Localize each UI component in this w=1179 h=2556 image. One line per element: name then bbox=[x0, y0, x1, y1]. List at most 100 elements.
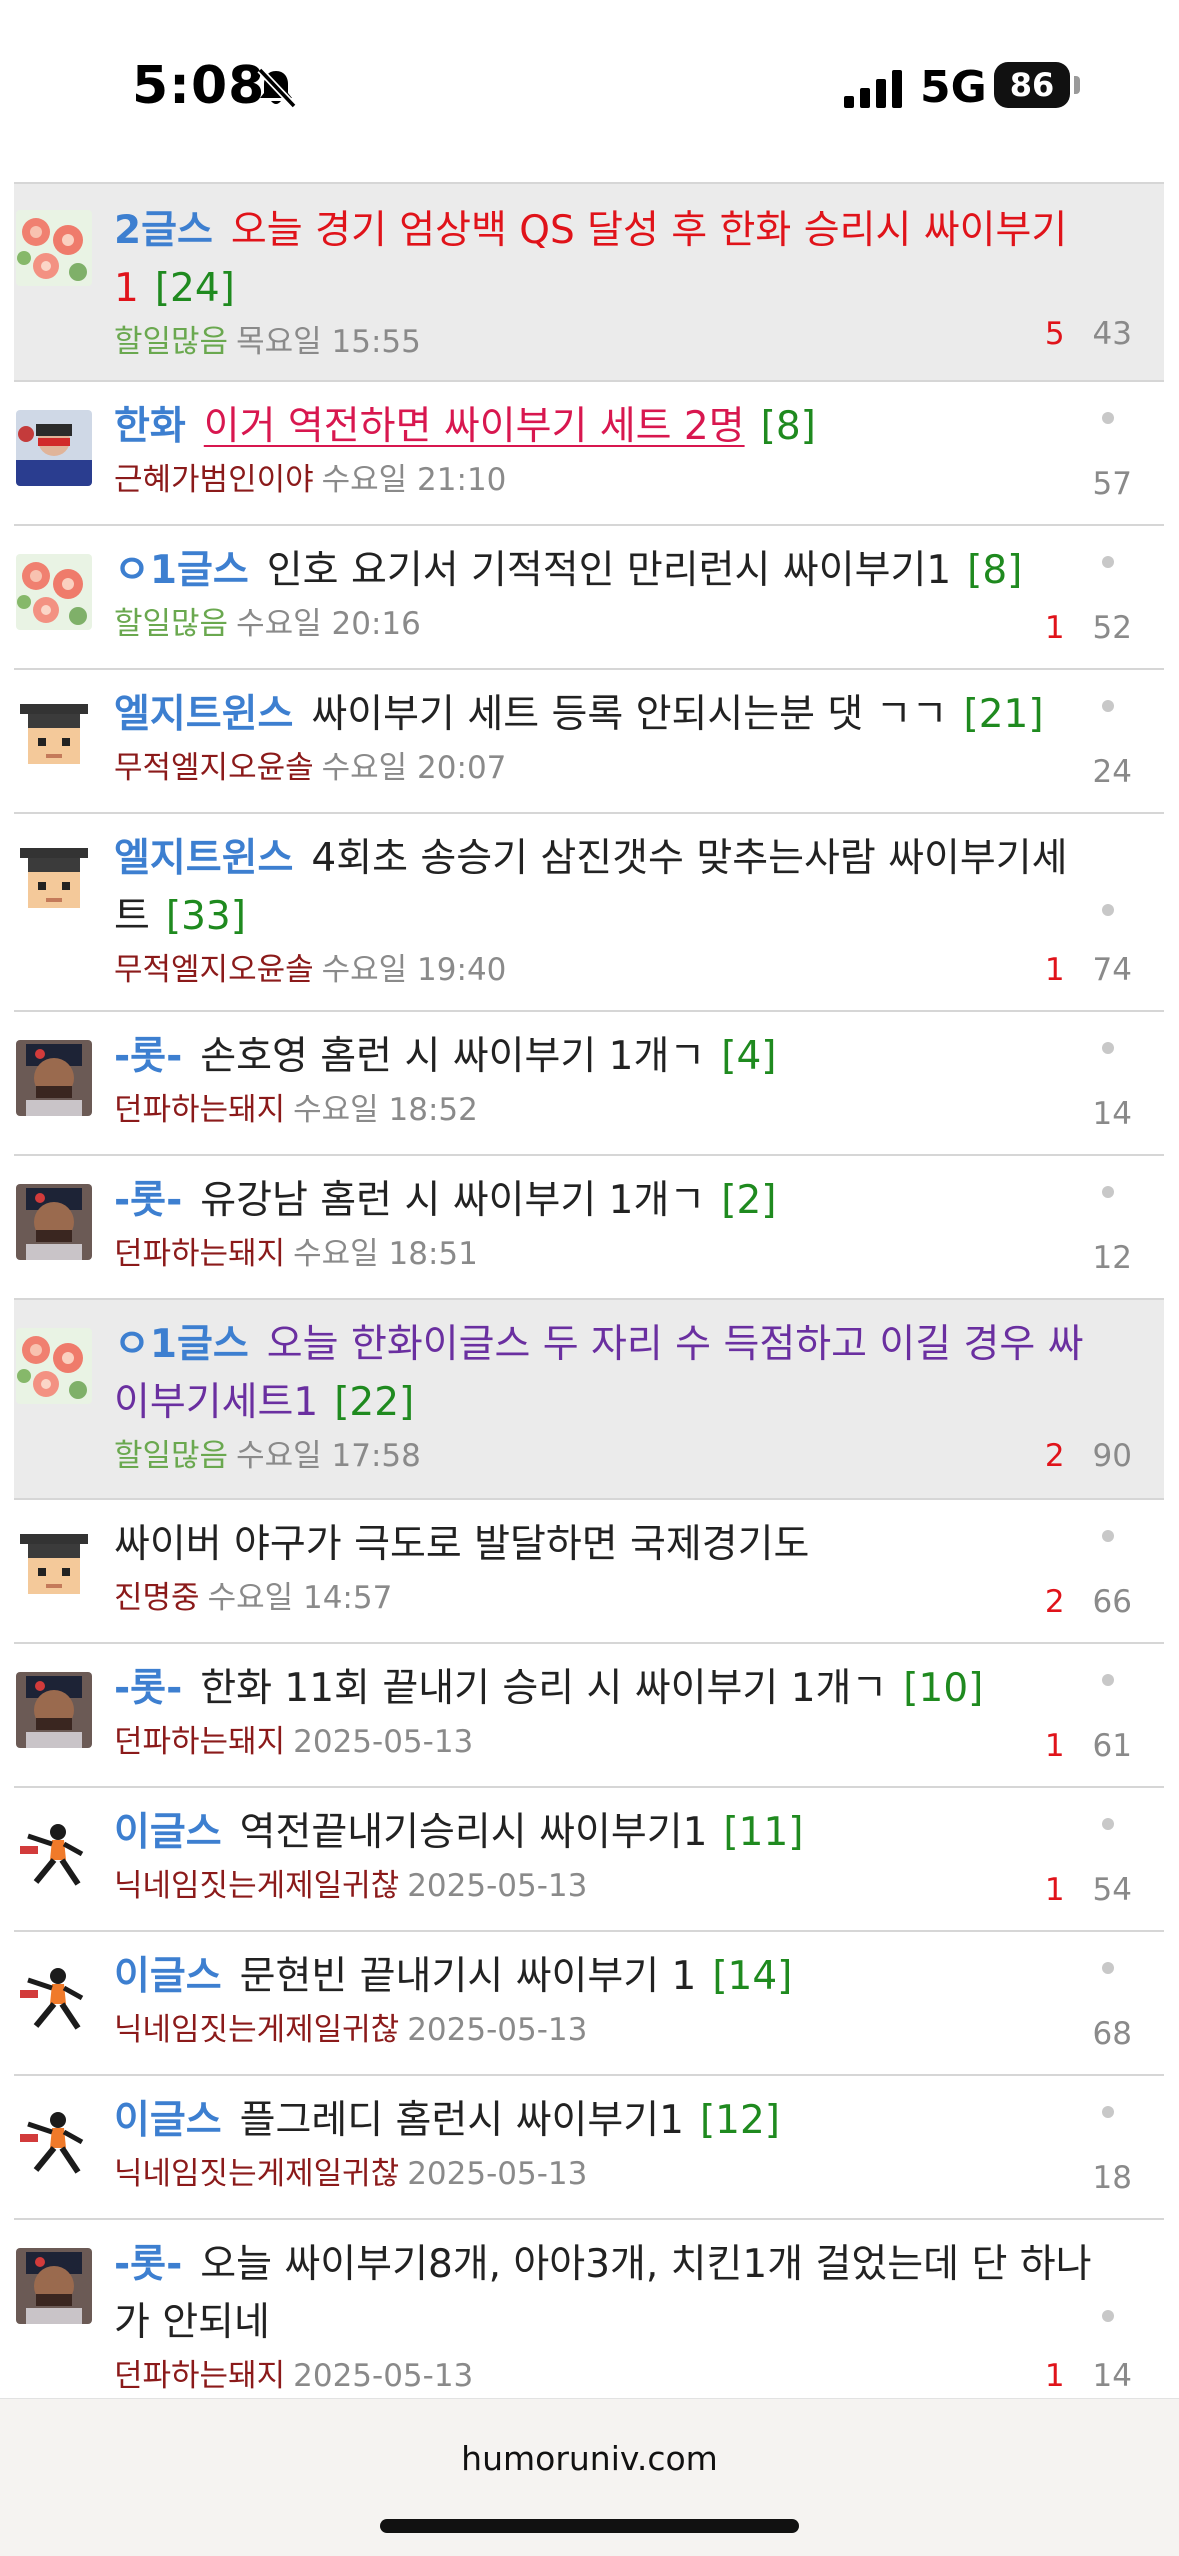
category-label[interactable]: -롯- bbox=[114, 2242, 182, 2287]
status-dot bbox=[1102, 1818, 1114, 1830]
post-row[interactable]: -롯- 오늘 싸이부기8개, 아아3개, 치킨1개 걸었는데 단 하나가 안되네 … bbox=[14, 2220, 1164, 2400]
post-title[interactable]: 오늘 한화이글스 두 자리 수 득점하고 이길 경우 싸이부기세트1 bbox=[114, 1322, 1084, 1425]
avatar-flowers bbox=[16, 554, 92, 630]
post-row[interactable]: 싸이버 야구가 극도로 발달하면 국제경기도 진명중 수요일 14:57 2 66 bbox=[14, 1500, 1164, 1644]
post-row[interactable]: 이글스 플그레디 홈런시 싸이부기1 [12] 닉네임짓는게제일귀찮 2025-05-… bbox=[14, 2076, 1164, 2220]
player-avatar-icon bbox=[16, 2248, 92, 2324]
post-date: 수요일 20:07 bbox=[321, 750, 507, 786]
meta-line: 닉네임짓는게제일귀찮 2025-05-13 bbox=[114, 2154, 1094, 2194]
player-avatar-icon bbox=[16, 1040, 92, 1116]
title-line: -롯- 한화 11회 끝내기 승리 시 싸이부기 1개ㄱ [10] bbox=[114, 1660, 1094, 1718]
avatar-pitcher bbox=[16, 2104, 92, 2180]
post-date: 수요일 17:58 bbox=[236, 1438, 421, 1474]
meta-line: 무적엘지오윤솔 수요일 20:07 bbox=[114, 748, 1094, 788]
status-dot bbox=[1102, 2106, 1114, 2118]
post-row[interactable]: 2글스 오늘 경기 엄상백 QS 달성 후 한화 승리시 싸이부기 1 [24] 할… bbox=[14, 184, 1164, 382]
category-label[interactable]: 엘지트윈스 bbox=[114, 692, 293, 737]
author-name[interactable]: 닉네임짓는게제일귀찮 bbox=[114, 2012, 399, 2048]
post-row[interactable]: 엘지트윈스 싸이부기 세트 등록 안되시는분 댓 ㄱㄱ [21] 무적엘지오윤솔 수요… bbox=[14, 670, 1164, 814]
post-title[interactable]: 싸이부기 세트 등록 안되시는분 댓 ㄱㄱ bbox=[311, 692, 947, 737]
meta-line: 할일많음 수요일 17:58 bbox=[114, 1436, 1094, 1476]
post-title[interactable]: 손호영 홈런 시 싸이부기 1개ㄱ bbox=[200, 1034, 705, 1079]
status-bar: 5:08 5G 86 bbox=[0, 0, 1179, 182]
post-title[interactable]: 인호 요기서 기적적인 만리런시 싸이부기1 bbox=[267, 548, 951, 593]
status-dot bbox=[1102, 1186, 1114, 1198]
avatar-pitcher bbox=[16, 1960, 92, 2036]
post-date: 수요일 14:57 bbox=[207, 1580, 393, 1616]
post-title[interactable]: 오늘 경기 엄상백 QS 달성 후 한화 승리시 싸이부기 1 bbox=[114, 208, 1067, 311]
author-name[interactable]: 던파하는돼지 bbox=[114, 2358, 285, 2394]
post-row[interactable]: 이글스 역전끝내기승리시 싸이부기1 [11] 닉네임짓는게제일귀찮 2025-05-… bbox=[14, 1788, 1164, 1932]
post-title[interactable]: 유강남 홈런 시 싸이부기 1개ㄱ bbox=[200, 1178, 705, 1223]
post-stats: 2 90 bbox=[1045, 1436, 1132, 1476]
meta-line: 근혜가범인이야 수요일 21:10 bbox=[114, 460, 1094, 500]
category-label[interactable]: 이글스 bbox=[114, 1810, 222, 1855]
category-label[interactable]: -롯- bbox=[114, 1666, 182, 1711]
comment-count: [4] bbox=[721, 1034, 777, 1079]
category-label[interactable]: 이글스 bbox=[114, 2098, 222, 2143]
post-title[interactable]: 한화 11회 끝내기 승리 시 싸이부기 1개ㄱ bbox=[200, 1666, 887, 1711]
category-label[interactable]: 한화 bbox=[114, 404, 186, 449]
author-name[interactable]: 할일많음 bbox=[114, 1438, 228, 1474]
category-label[interactable]: -롯- bbox=[114, 1178, 182, 1223]
post-row[interactable]: -롯- 한화 11회 끝내기 승리 시 싸이부기 1개ㄱ [10] 던파하는돼지 20… bbox=[14, 1644, 1164, 1788]
post-row[interactable]: -롯- 유강남 홈런 시 싸이부기 1개ㄱ [2] 던파하는돼지 수요일 18:51 … bbox=[14, 1156, 1164, 1300]
category-label[interactable]: -롯- bbox=[114, 1034, 182, 1079]
author-name[interactable]: 무적엘지오윤솔 bbox=[114, 750, 314, 786]
category-label[interactable]: ㅇ1글스 bbox=[114, 1322, 249, 1367]
post-row[interactable]: 이글스 문현빈 끝내기시 싸이부기 1 [14] 닉네임짓는게제일귀찮 2025-05… bbox=[14, 1932, 1164, 2076]
comment-count: [11] bbox=[723, 1810, 804, 1855]
meta-line: 던파하는돼지 수요일 18:52 bbox=[114, 1090, 1094, 1130]
author-name[interactable]: 할일많음 bbox=[114, 606, 228, 642]
title-line: ㅇ1글스 오늘 한화이글스 두 자리 수 득점하고 이길 경우 싸이부기세트1 [2… bbox=[114, 1316, 1094, 1432]
home-indicator[interactable] bbox=[380, 2519, 799, 2533]
recommend-count: 1 bbox=[1044, 610, 1065, 646]
author-name[interactable]: 닉네임짓는게제일귀찮 bbox=[114, 1868, 399, 1904]
post-row[interactable]: ㅇ1글스 오늘 한화이글스 두 자리 수 득점하고 이길 경우 싸이부기세트1 [2… bbox=[14, 1300, 1164, 1500]
author-name[interactable]: 던파하는돼지 bbox=[114, 1724, 285, 1760]
author-name[interactable]: 던파하는돼지 bbox=[114, 1092, 285, 1128]
post-row[interactable]: 한화 이거 역전하면 싸이부기 세트 2명 [8] 근혜가범인이야 수요일 21:10… bbox=[14, 382, 1164, 526]
post-title[interactable]: 역전끝내기승리시 싸이부기1 bbox=[240, 1810, 708, 1855]
post-row[interactable]: ㅇ1글스 인호 요기서 기적적인 만리런시 싸이부기1 [8] 할일많음 수요일 20… bbox=[14, 526, 1164, 670]
post-stats: 1 74 bbox=[1045, 950, 1132, 990]
category-label[interactable]: 엘지트윈스 bbox=[114, 836, 293, 881]
post-title[interactable]: 오늘 싸이부기8개, 아아3개, 치킨1개 걸었는데 단 하나가 안되네 bbox=[114, 2242, 1091, 2345]
view-count: 74 bbox=[1092, 952, 1132, 988]
author-name[interactable]: 할일많음 bbox=[114, 324, 228, 360]
author-name[interactable]: 무적엘지오윤솔 bbox=[114, 952, 314, 988]
author-name[interactable]: 던파하는돼지 bbox=[114, 1236, 285, 1272]
avatar-pitcher bbox=[16, 1816, 92, 1892]
view-count: 12 bbox=[1092, 1240, 1132, 1276]
recommend-count: 5 bbox=[1044, 316, 1065, 352]
post-stats: 14 bbox=[1065, 1094, 1132, 1134]
post-row[interactable]: -롯- 손호영 홈런 시 싸이부기 1개ㄱ [4] 던파하는돼지 수요일 18:52 … bbox=[14, 1012, 1164, 1156]
pitcher-avatar-icon bbox=[16, 1816, 92, 1892]
post-body: 이글스 플그레디 홈런시 싸이부기1 [12] 닉네임짓는게제일귀찮 2025-05-… bbox=[114, 2092, 1094, 2194]
post-title[interactable]: 이거 역전하면 싸이부기 세트 2명 bbox=[204, 404, 745, 449]
author-name[interactable]: 근혜가범인이야 bbox=[114, 462, 314, 498]
post-title[interactable]: 문현빈 끝내기시 싸이부기 1 bbox=[240, 1954, 697, 1999]
post-title[interactable]: 플그레디 홈런시 싸이부기1 bbox=[240, 2098, 684, 2143]
comment-count: [21] bbox=[963, 692, 1044, 737]
author-name[interactable]: 진명중 bbox=[114, 1580, 200, 1616]
post-row[interactable]: 엘지트윈스 4회초 송승기 삼진갯수 맞추는사람 싸이부기세트 [33] 무적엘지오… bbox=[14, 814, 1164, 1012]
meta-line: 던파하는돼지 수요일 18:51 bbox=[114, 1234, 1094, 1274]
status-dot bbox=[1102, 1674, 1114, 1686]
browser-bottom-bar: humoruniv.com bbox=[0, 2398, 1179, 2556]
address-bar-domain[interactable]: humoruniv.com bbox=[0, 2439, 1179, 2478]
author-name[interactable]: 닉네임짓는게제일귀찮 bbox=[114, 2156, 399, 2192]
category-label[interactable]: 2글스 bbox=[114, 208, 213, 253]
recommend-count: 1 bbox=[1044, 952, 1065, 988]
post-date: 수요일 18:51 bbox=[293, 1236, 478, 1272]
status-dot bbox=[1102, 2310, 1114, 2322]
post-title[interactable]: 싸이버 야구가 극도로 발달하면 국제경기도 bbox=[114, 1522, 809, 1567]
avatar-player bbox=[16, 1040, 92, 1116]
avatar-player bbox=[16, 1672, 92, 1748]
post-list: 2글스 오늘 경기 엄상백 QS 달성 후 한화 승리시 싸이부기 1 [24] 할… bbox=[14, 182, 1164, 2400]
category-label[interactable]: ㅇ1글스 bbox=[114, 548, 249, 593]
title-line: 싸이버 야구가 극도로 발달하면 국제경기도 bbox=[114, 1516, 1094, 1574]
category-label[interactable]: 이글스 bbox=[114, 1954, 222, 1999]
post-date: 2025-05-13 bbox=[293, 2358, 474, 2394]
status-dot bbox=[1102, 904, 1114, 916]
